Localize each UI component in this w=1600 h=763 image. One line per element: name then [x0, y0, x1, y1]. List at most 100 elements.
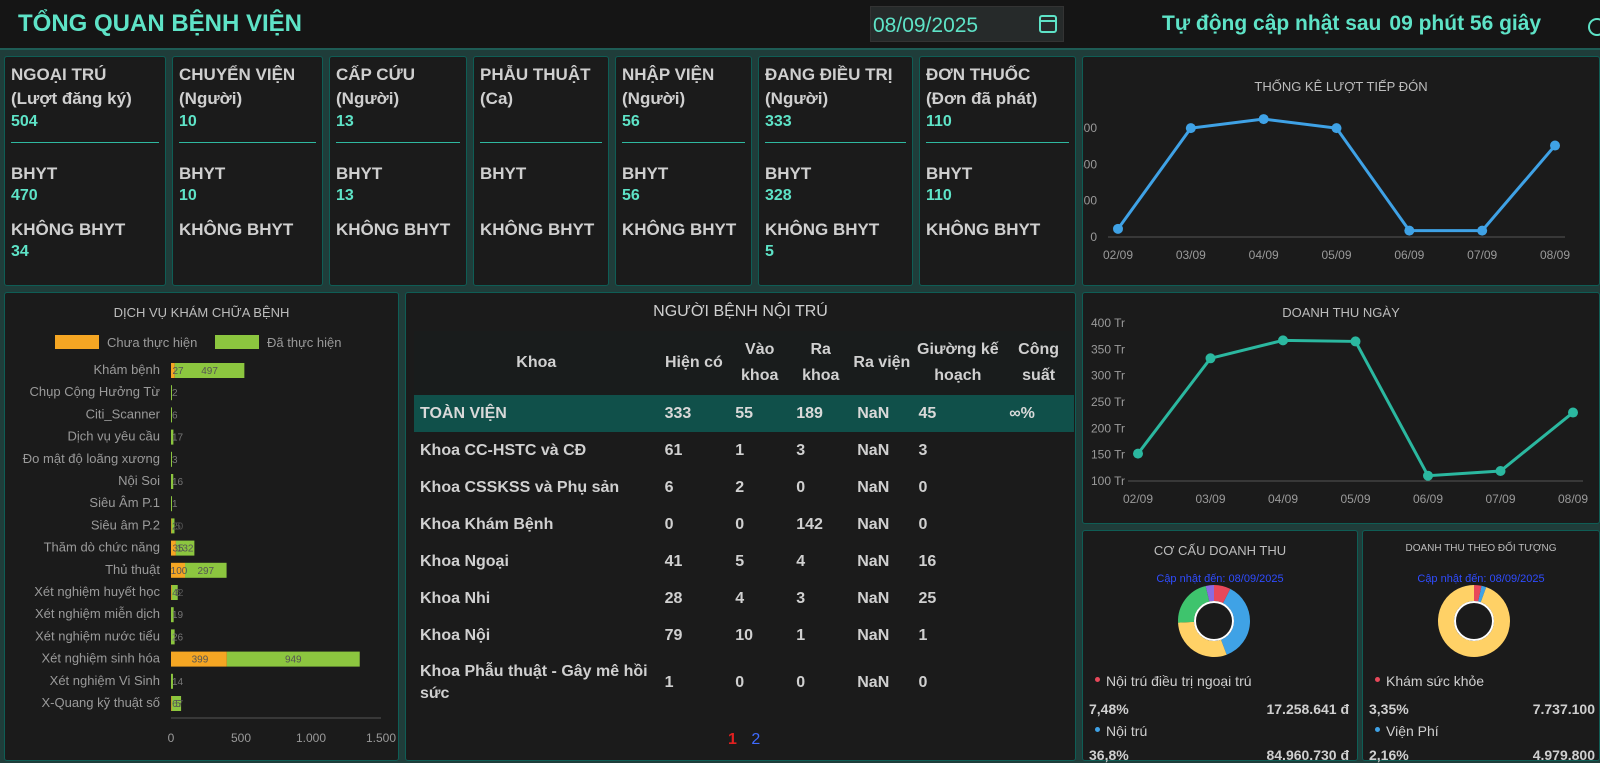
y-tick-label: 400 Tr: [1091, 316, 1125, 330]
stat-nobhyt-value: [179, 241, 316, 263]
table-row[interactable]: Khoa Khám Bệnh 0 0 142 NaN 0: [414, 506, 1074, 543]
y-tick-label: 400: [1083, 157, 1097, 171]
table-cell: 41: [664, 552, 683, 570]
stat-subtitle: (Lượt đăng ký): [11, 89, 132, 108]
bar-value-label: 19: [172, 610, 184, 621]
stat-title: NHẬP VIỆN: [622, 65, 715, 84]
bar-value-label: 100: [171, 566, 188, 577]
stat-subtitle: (Người): [622, 89, 686, 108]
stat-bhyt-value: [480, 185, 602, 207]
services-chart-card: DỊCH VỤ KHÁM CHỮA BỆNH Chưa thực hiện Đã …: [4, 292, 399, 761]
column-header: Ra viện: [851, 331, 913, 395]
legend-dot: [1095, 727, 1100, 732]
data-point: [1185, 123, 1196, 134]
refresh-icon[interactable]: [1588, 18, 1600, 36]
x-tick-label: 1.000: [296, 731, 326, 745]
y-tick-label: 300 Tr: [1091, 369, 1125, 383]
x-tick-label: 08/09: [1540, 248, 1570, 262]
category-label: X-Quang kỹ thuật số: [41, 695, 160, 710]
table-row[interactable]: TOÀN VIỆN 333 55 189 NaN 45 ∞%: [414, 395, 1074, 432]
stat-subtitle: (Ca): [480, 89, 514, 108]
table-cell: 25: [918, 589, 937, 607]
bar-value-label: 3: [172, 455, 178, 466]
table-row[interactable]: Khoa CC-HSTC và CĐ 61 1 3 NaN 3: [414, 432, 1074, 469]
donut-slice: [1205, 585, 1215, 602]
data-point: [1113, 223, 1123, 234]
table-cell: NaN: [857, 626, 890, 644]
data-point: [1350, 336, 1361, 347]
table-cell: 45: [912, 395, 1004, 432]
table-cell: 189: [790, 395, 852, 432]
y-tick-label: 350 Tr: [1091, 342, 1125, 356]
table-cell: 0: [796, 674, 806, 691]
page-1[interactable]: 1: [728, 731, 737, 748]
table-cell: 0: [918, 674, 928, 691]
stat-bhyt-label: BHYT: [765, 164, 812, 183]
data-point: [1495, 465, 1506, 476]
legend-item: Nội trú: [1095, 723, 1147, 739]
bar-value-label: 497: [201, 366, 218, 377]
stat-nobhyt-label: KHÔNG BHYT: [179, 220, 294, 239]
table-cell: 0: [664, 515, 674, 533]
stat-nobhyt-value: [336, 241, 460, 263]
calendar-icon[interactable]: [1039, 15, 1057, 33]
stat-bhyt-label: BHYT: [336, 164, 383, 183]
table-cell: [1003, 654, 1074, 712]
series-line: [1136, 338, 1574, 478]
stat-total: 110: [926, 113, 952, 130]
stat-bhyt-label: BHYT: [480, 164, 527, 183]
table-cell: 0: [735, 515, 745, 533]
page-2[interactable]: 2: [751, 731, 760, 748]
stat-title: ĐANG ĐIỀU TRỊ: [765, 65, 893, 84]
x-tick-label: 500: [231, 731, 251, 745]
donut-slice: [1178, 585, 1210, 623]
table-row[interactable]: Khoa Ngoại 41 5 4 NaN 16: [414, 543, 1074, 580]
table-cell: 61: [664, 441, 683, 459]
legend-label: Khám sức khỏe: [1386, 673, 1485, 689]
table-cell: 28: [664, 589, 683, 607]
legend-dot: [1375, 727, 1380, 732]
table-cell: 1: [664, 674, 674, 691]
stat-bhyt-label: BHYT: [622, 164, 669, 183]
x-tick-label: 04/09: [1268, 492, 1298, 506]
table-row[interactable]: Khoa Nhi 28 4 3 NaN 25: [414, 580, 1074, 617]
y-tick-label: 600: [1083, 121, 1097, 135]
auto-refresh-label: Tự động cập nhật sau 09 phút 56 giây: [1162, 12, 1541, 36]
bar-value-label: 20: [172, 521, 184, 532]
date-picker[interactable]: 08/09/2025: [870, 6, 1064, 42]
x-tick-label: 1.500: [366, 731, 396, 745]
category-label: Siêu âm P.2: [91, 517, 160, 532]
bar-value-label: 14: [172, 677, 184, 688]
legend-swatch: [55, 335, 99, 349]
y-tick-label: 0: [1090, 230, 1097, 244]
data-point: [1404, 225, 1415, 236]
table-row[interactable]: Khoa CSSKSS và Phụ sản 6 2 0 NaN 0: [414, 469, 1074, 506]
category-label: Xét nghiệm nước tiểu: [35, 628, 160, 643]
stat-nobhyt-label: KHÔNG BHYT: [622, 220, 737, 239]
stat-subtitle: (Người): [765, 89, 829, 108]
donut-inner-ring: [1454, 601, 1494, 641]
stat-total: 56: [622, 113, 640, 130]
data-point: [1477, 225, 1488, 236]
stat-nobhyt-value: [480, 241, 602, 263]
bar-value-label: 297: [197, 566, 214, 577]
y-tick-label: 200 Tr: [1091, 421, 1125, 435]
category-label: Siêu Âm P.1: [89, 495, 160, 510]
table-cell: NaN: [857, 515, 890, 533]
table-cell: 0: [735, 674, 745, 691]
stat-nobhyt-value: 34: [11, 243, 29, 260]
stat-card: ĐƠN THUỐC (Đơn đã phát) 110 BHYT 110 KHÔNG BH…: [919, 56, 1076, 286]
category-label: Xét nghiệm huyết học: [34, 584, 160, 599]
table-row[interactable]: Khoa Nội 79 10 1 NaN 1: [414, 617, 1074, 654]
reception-chart: 0 200 400 600 02/09 03/09 04/09 05/09 06/09 07/09…: [1083, 114, 1570, 262]
table-cell: 3: [918, 441, 928, 459]
legend-dot: [1375, 677, 1380, 682]
data-point: [1133, 448, 1143, 459]
stat-bhyt-label: BHYT: [11, 164, 58, 183]
table-row[interactable]: Khoa Phẫu thuật - Gây mê hồi sức 1 0 0 NaN 0: [414, 654, 1074, 712]
bar-value-label: 1: [172, 499, 178, 510]
donut-slice: [1213, 585, 1231, 604]
bar-value-label: 27: [172, 366, 184, 377]
table-cell: 4: [796, 552, 806, 570]
donut-slice: [1478, 585, 1487, 603]
